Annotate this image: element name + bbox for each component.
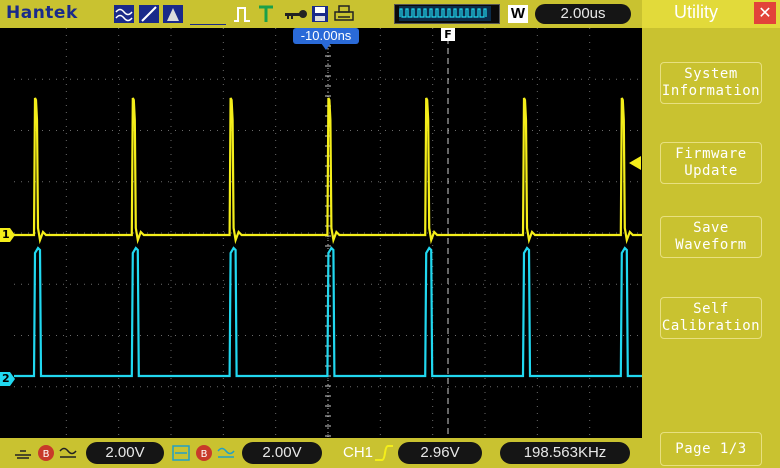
trigger-marker-f[interactable]: F (441, 28, 455, 41)
status-bar: Hantek W 2.00us (0, 0, 642, 28)
cursor-icon[interactable] (162, 4, 184, 24)
ch1-marker-label: 1 (2, 228, 10, 241)
trigger-level-readout[interactable]: 2.96V (398, 442, 482, 464)
close-icon[interactable]: ✕ (754, 2, 776, 24)
trigger-level-arrow-icon[interactable] (627, 156, 641, 170)
firmware-update-button[interactable]: Firmware Update (660, 142, 762, 184)
trigger-position-arrow-icon (321, 43, 331, 50)
memory-waveform-overview (394, 4, 500, 24)
ch2-scale-readout[interactable]: 2.00V (242, 442, 322, 464)
page-indicator-button[interactable]: Page 1/3 (660, 432, 762, 466)
waveform-display (14, 28, 642, 438)
blank-indicator (190, 4, 226, 25)
wave-display-icon[interactable] (113, 4, 135, 24)
ch1-bw-limit-icon: B (38, 445, 54, 461)
svg-text:B: B (201, 449, 208, 460)
channel-status-bar: B 2.00V B 2.00V CH1 2.96V 198.563KHz (0, 438, 642, 468)
key-icon (285, 10, 307, 19)
trigger-edge-rising-icon (375, 445, 393, 461)
ch1-scale-readout[interactable]: 2.00V (86, 442, 164, 464)
save-disk-icon[interactable] (310, 4, 330, 24)
ch2-bw-limit-icon: B (196, 445, 212, 461)
side-menu-header: Utility ✕ (642, 0, 780, 28)
ch2-coupling-icon (172, 445, 190, 461)
brand-logo: Hantek (6, 3, 78, 23)
trigger-position-badge[interactable]: -10.00ns (293, 28, 359, 44)
ch2-waveform-trace (14, 246, 642, 378)
timebase-readout: 2.00us (535, 4, 631, 24)
trigger-slope-icon[interactable] (138, 4, 160, 24)
save-waveform-button[interactable]: Save Waveform (660, 216, 762, 258)
trigger-source-label: CH1 (343, 444, 374, 461)
ch1-waveform-trace (14, 97, 642, 245)
self-calibration-button[interactable]: Self Calibration (660, 297, 762, 339)
svg-text:B: B (43, 449, 50, 460)
side-menu-title: Utility (674, 2, 718, 22)
window-mode-indicator: W (508, 5, 528, 23)
trigger-T-icon (259, 5, 273, 22)
system-information-button[interactable]: System Information (660, 62, 762, 104)
printer-icon[interactable] (333, 4, 355, 24)
ch1-wave-icon (59, 447, 77, 458)
ch2-marker-label: 2 (2, 372, 10, 385)
pulse-icon (234, 7, 250, 22)
ch1-coupling-icon (15, 450, 31, 459)
frequency-readout: 198.563KHz (500, 442, 630, 464)
ch2-wave-icon (217, 447, 235, 458)
utility-side-menu: Utility ✕ System Information Firmware Up… (642, 0, 780, 468)
waveform-grid (14, 28, 642, 438)
